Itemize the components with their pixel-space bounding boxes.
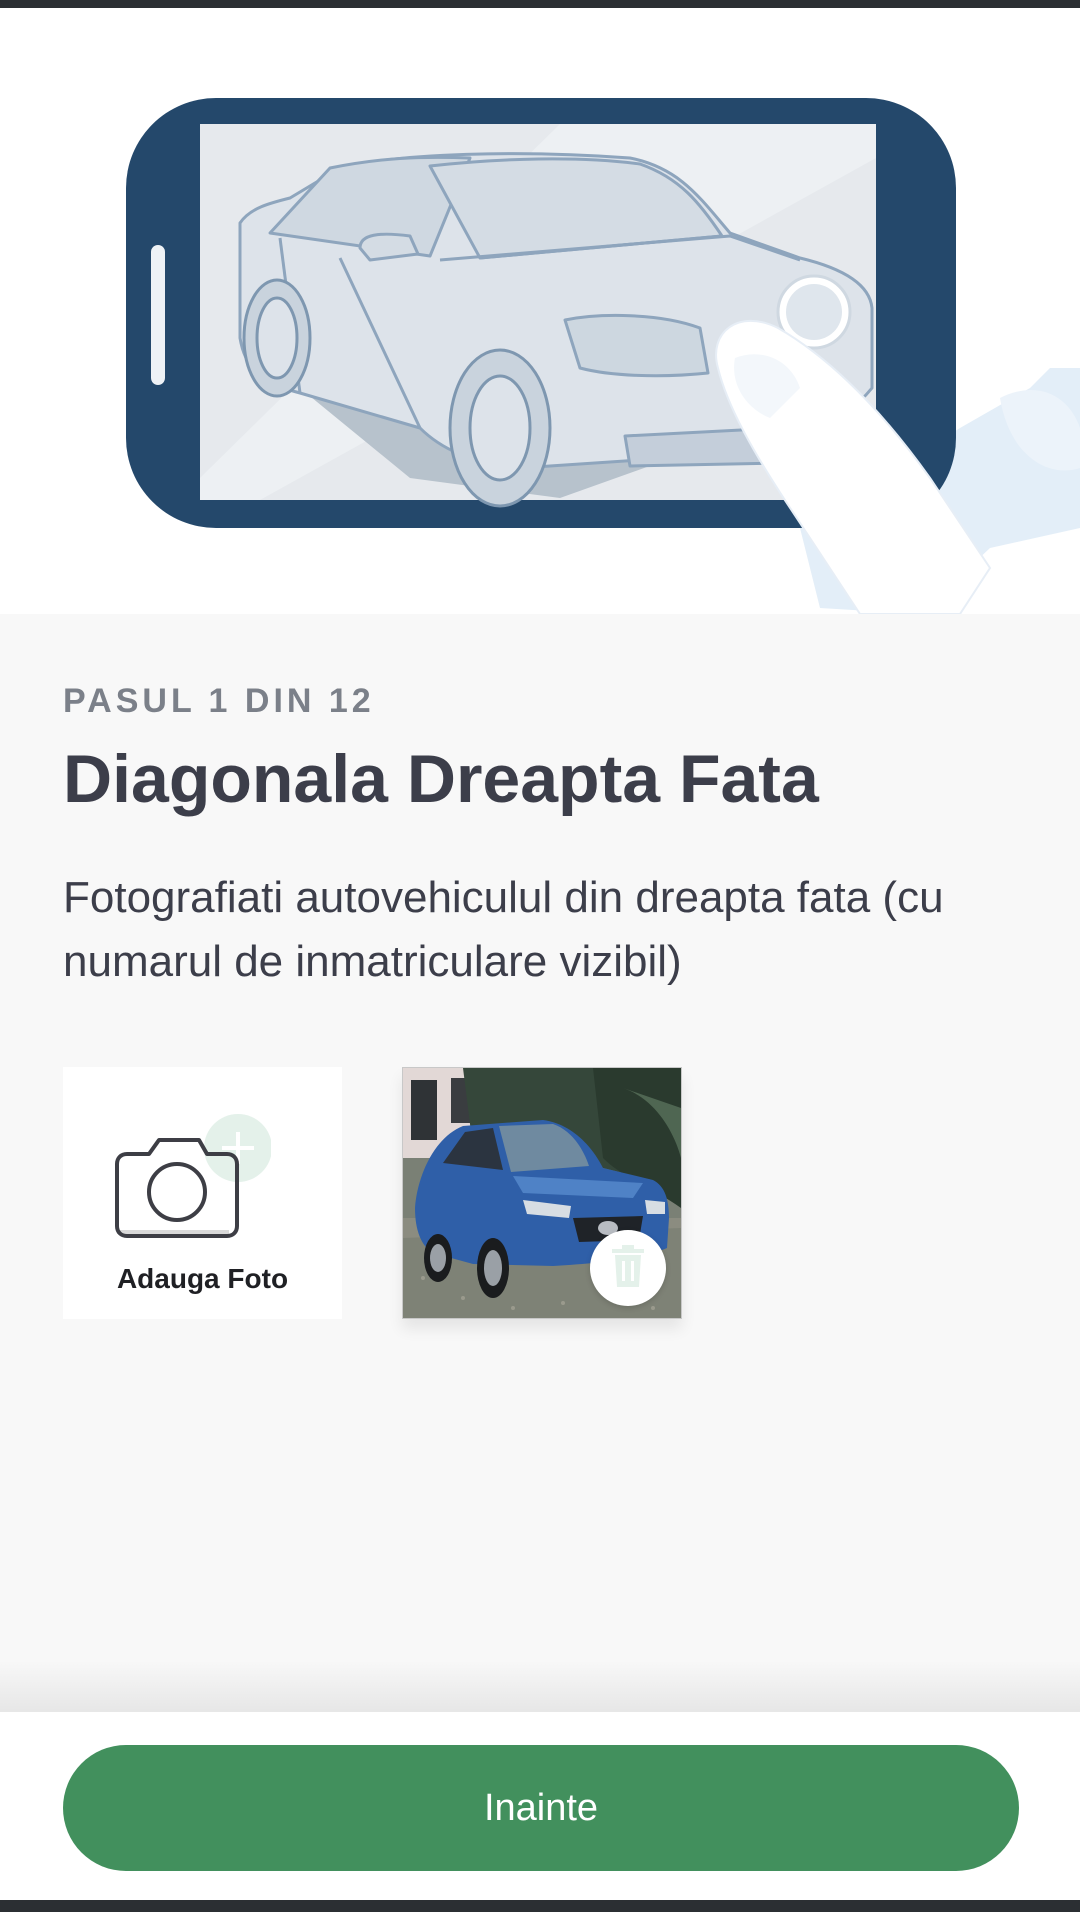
phone-car-illustration (126, 98, 1080, 614)
add-photo-button[interactable]: Adauga Foto (63, 1067, 342, 1319)
page-title: Diagonala Dreapta Fata (63, 741, 819, 817)
camera-plus-icon (111, 1112, 272, 1246)
step-counter: PASUL 1 DIN 12 (63, 682, 375, 720)
trash-icon (610, 1245, 646, 1291)
add-photo-label: Adauga Foto (116, 1263, 289, 1294)
next-button[interactable]: Inainte (63, 1745, 1019, 1871)
app-screen: PASUL 1 DIN 12 Diagonala Dreapta Fata Fo… (0, 0, 1080, 1912)
delete-photo-button[interactable] (590, 1230, 666, 1306)
step-instructions: Fotografiati autovehiculul din dreapta f… (63, 873, 944, 986)
content-scroll-shadow (0, 1660, 1080, 1712)
navigation-bar (0, 1900, 1080, 1912)
hero-illustration (0, 8, 1080, 614)
status-bar (0, 0, 1080, 8)
